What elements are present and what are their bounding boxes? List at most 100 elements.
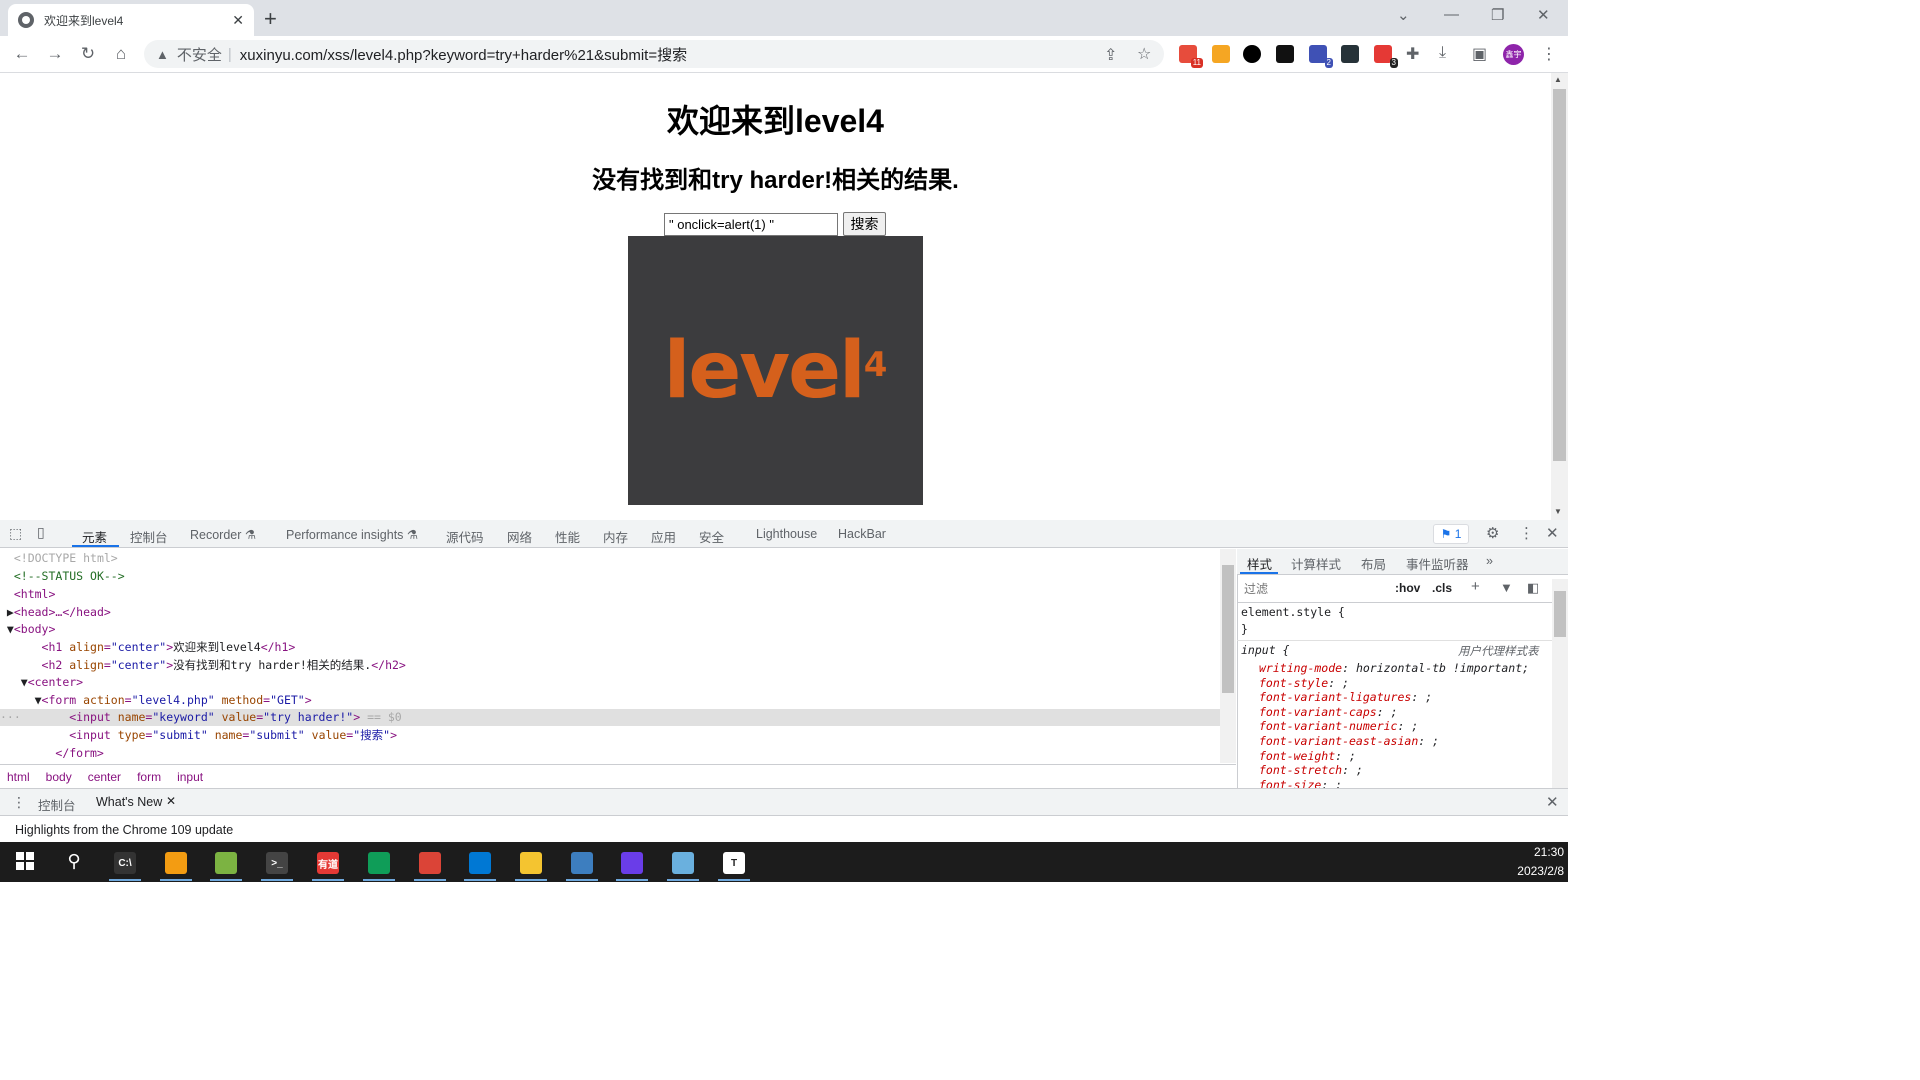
tab-application[interactable]: 应用 [651, 527, 676, 546]
url-text[interactable]: xuxinyu.com/xss/level4.php?keyword=try+h… [240, 44, 687, 65]
tab-performance[interactable]: 性能 [555, 527, 580, 546]
tab-memory[interactable]: 内存 [603, 527, 628, 546]
tab-recorder[interactable]: Recorder ⚗ [190, 527, 256, 542]
share-icon[interactable]: ⇪ [1104, 45, 1117, 65]
taskbar-app-power-app[interactable] [612, 846, 652, 881]
taskbar-app-youdao[interactable]: 有道 [308, 846, 348, 881]
tab-lighthouse[interactable]: Lighthouse [756, 527, 817, 541]
extension-icon-6[interactable] [1341, 45, 1359, 63]
issues-badge[interactable]: ⚑ 1 [1433, 524, 1469, 544]
taskbar-app-file-explorer[interactable] [511, 846, 551, 881]
drawer-tab-console[interactable]: 控制台 [38, 795, 76, 814]
taskbar-app-edge[interactable] [359, 846, 399, 881]
ua-prop-line[interactable]: font-size: ; [1259, 778, 1342, 788]
home-icon[interactable]: ⌂ [111, 44, 131, 64]
ua-prop-line[interactable]: font-variant-caps: ; [1259, 705, 1398, 720]
extensions-puzzle-icon[interactable]: ✚ [1406, 44, 1419, 64]
dom-line-h2[interactable]: <h2 align="center">没有找到和try harder!相关的结果… [0, 657, 1220, 674]
dom-line-input-keyword[interactable]: ··· <input name="keyword" value="try har… [0, 709, 1220, 726]
taskbar-search-icon[interactable]: ⚲ [54, 844, 94, 878]
extension-icon-4[interactable] [1276, 45, 1294, 63]
taskbar-app-chrome[interactable] [410, 846, 450, 881]
device-toolbar-icon[interactable]: ▯ [37, 524, 45, 541]
tab-security[interactable]: 安全 [699, 527, 724, 546]
settings-gear-icon[interactable]: ⚙ [1486, 524, 1499, 542]
ua-prop-line[interactable]: font-variant-ligatures: ; [1259, 690, 1432, 705]
profile-avatar[interactable]: 鑫宇 [1503, 44, 1524, 65]
taskbar-app-typora[interactable]: T [714, 846, 754, 881]
download-icon[interactable]: ⤓ [1439, 44, 1446, 62]
ua-prop-line[interactable]: font-variant-numeric: ; [1259, 719, 1418, 734]
inspect-element-icon[interactable]: ⬚ [9, 525, 22, 542]
ua-rule-selector[interactable]: input { [1241, 643, 1289, 658]
element-style-rule[interactable]: element.style { [1241, 605, 1345, 620]
breadcrumb-input[interactable]: input [177, 770, 203, 784]
dom-tree[interactable]: <!DOCTYPE html> <!--STATUS OK--> <html> … [0, 549, 1220, 763]
dom-line-form-close[interactable]: </form> [0, 745, 1220, 762]
ua-prop-line[interactable]: writing-mode: horizontal-tb !important; [1259, 661, 1529, 676]
dom-line-html[interactable]: <html> [0, 586, 1220, 603]
dom-line-input-submit[interactable]: <input type="submit" name="submit" value… [0, 727, 1220, 744]
page-scrollbar-thumb[interactable] [1553, 89, 1566, 461]
styles-scrollbar-thumb[interactable] [1554, 591, 1566, 637]
breadcrumb-body[interactable]: body [46, 770, 72, 784]
minimize-button[interactable]: — [1444, 6, 1459, 23]
tab-search-icon[interactable]: ⌄ [1397, 6, 1410, 24]
browser-tab[interactable]: 欢迎来到level4 ✕ [8, 4, 254, 36]
scroll-up-arrow-icon[interactable]: ▲ [1554, 75, 1562, 84]
bookmark-star-icon[interactable]: ☆ [1137, 44, 1151, 64]
keyword-input[interactable] [664, 213, 838, 236]
dom-line-head[interactable]: ▶<head>…</head> [0, 604, 1220, 621]
taskbar-app-terminal-cmd[interactable]: C:\ [105, 846, 145, 881]
tab-styles[interactable]: 样式 [1247, 554, 1272, 573]
tab-network[interactable]: 网络 [507, 527, 532, 546]
dom-scrollbar-thumb[interactable] [1222, 565, 1234, 693]
dom-line-doctype[interactable]: <!DOCTYPE html> [0, 550, 1220, 567]
new-tab-button[interactable]: + [264, 6, 277, 32]
dom-line-body[interactable]: ▼<body> [0, 621, 1220, 638]
forward-icon[interactable]: → [45, 44, 65, 64]
close-tab-icon[interactable]: ✕ [232, 12, 244, 29]
styles-filter-input[interactable] [1241, 579, 1383, 599]
side-panel-icon[interactable]: ▣ [1472, 44, 1487, 64]
drawer-menu-icon[interactable]: ⋮ [12, 794, 26, 811]
ua-prop-line[interactable]: font-style: ; [1259, 676, 1349, 691]
new-style-rule-icon[interactable]: + [1471, 578, 1480, 595]
ua-prop-line[interactable]: font-weight: ; [1259, 749, 1356, 764]
system-clock[interactable]: 21:30 2023/2/8 [1480, 843, 1564, 881]
taskbar-app-notes-app[interactable] [663, 846, 703, 881]
close-window-button[interactable]: ✕ [1537, 6, 1550, 24]
tab-performance-insights[interactable]: Performance insights ⚗ [286, 527, 418, 542]
taskbar-app-notepad-plus[interactable] [206, 846, 246, 881]
breadcrumb-form[interactable]: form [137, 770, 161, 784]
tab-sources[interactable]: 源代码 [446, 527, 484, 546]
tab-elements[interactable]: 元素 [82, 527, 107, 546]
security-label[interactable]: 不安全 [177, 44, 222, 65]
dom-line-form[interactable]: ▼<form action="level4.php" method="GET"> [0, 692, 1220, 709]
taskbar-app-search-tool[interactable] [156, 846, 196, 881]
tab-computed[interactable]: 计算样式 [1291, 554, 1341, 573]
menu-kebab-icon[interactable]: ⋮ [1541, 44, 1557, 64]
extension-icon-2[interactable] [1212, 45, 1230, 63]
close-drawer-icon[interactable]: ✕ [1546, 793, 1559, 811]
windows-start-icon[interactable] [5, 844, 45, 878]
close-whats-new-icon[interactable]: ✕ [166, 794, 176, 808]
extension-icon-7[interactable]: 3 [1374, 45, 1398, 68]
ua-prop-line[interactable]: font-variant-east-asian: ; [1259, 734, 1439, 749]
more-tabs-icon[interactable]: » [1486, 554, 1493, 568]
taskbar-app-powershell[interactable]: >_ [257, 846, 297, 881]
dom-line-comment[interactable]: <!--STATUS OK--> [0, 568, 1220, 585]
maximize-button[interactable]: ❐ [1491, 6, 1504, 24]
tab-event-listeners[interactable]: 事件监听器 [1406, 554, 1469, 573]
breadcrumb-html[interactable]: html [7, 770, 30, 784]
breadcrumb-center[interactable]: center [88, 770, 121, 784]
tab-console[interactable]: 控制台 [130, 527, 168, 546]
reload-icon[interactable]: ↻ [78, 44, 98, 64]
scroll-down-arrow-icon[interactable]: ▼ [1554, 507, 1562, 516]
taskbar-app-outlook[interactable] [460, 846, 500, 881]
toggle-sidebar-icon[interactable]: ◧ [1527, 580, 1539, 596]
ua-prop-line[interactable]: font-stretch: ; [1259, 763, 1363, 778]
cls-toggle[interactable]: .cls [1432, 581, 1452, 595]
back-icon[interactable]: ← [12, 44, 32, 64]
drawer-tab-whats-new[interactable]: What's New [96, 795, 162, 809]
